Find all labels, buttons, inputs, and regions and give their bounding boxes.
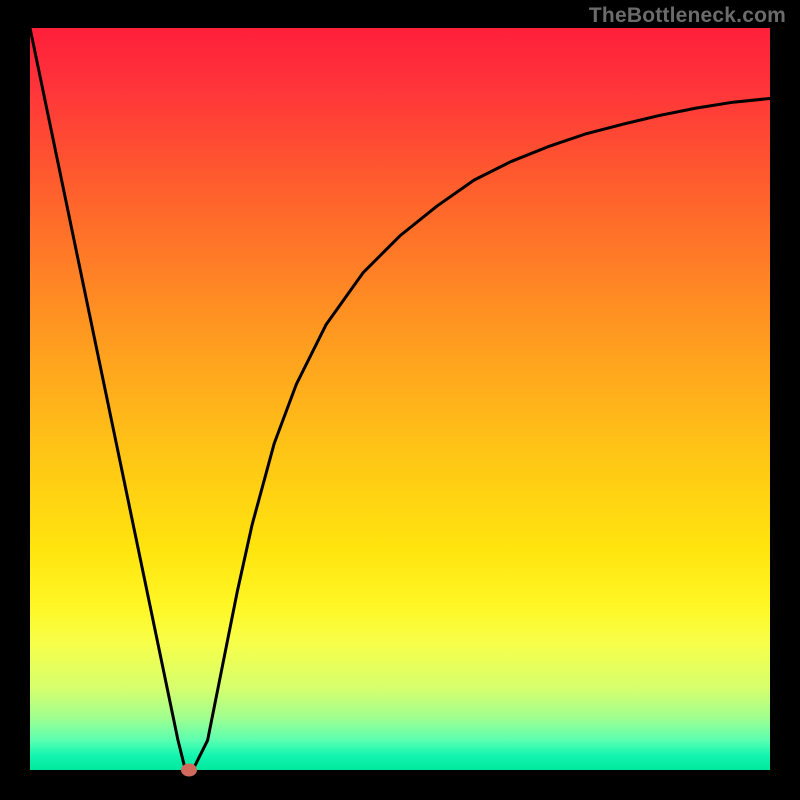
optimal-point-marker [181, 764, 197, 777]
chart-frame: TheBottleneck.com [0, 0, 800, 800]
bottleneck-curve-path [30, 28, 770, 770]
curve-svg [30, 28, 770, 770]
watermark-label: TheBottleneck.com [589, 4, 786, 28]
plot-area [30, 28, 770, 770]
